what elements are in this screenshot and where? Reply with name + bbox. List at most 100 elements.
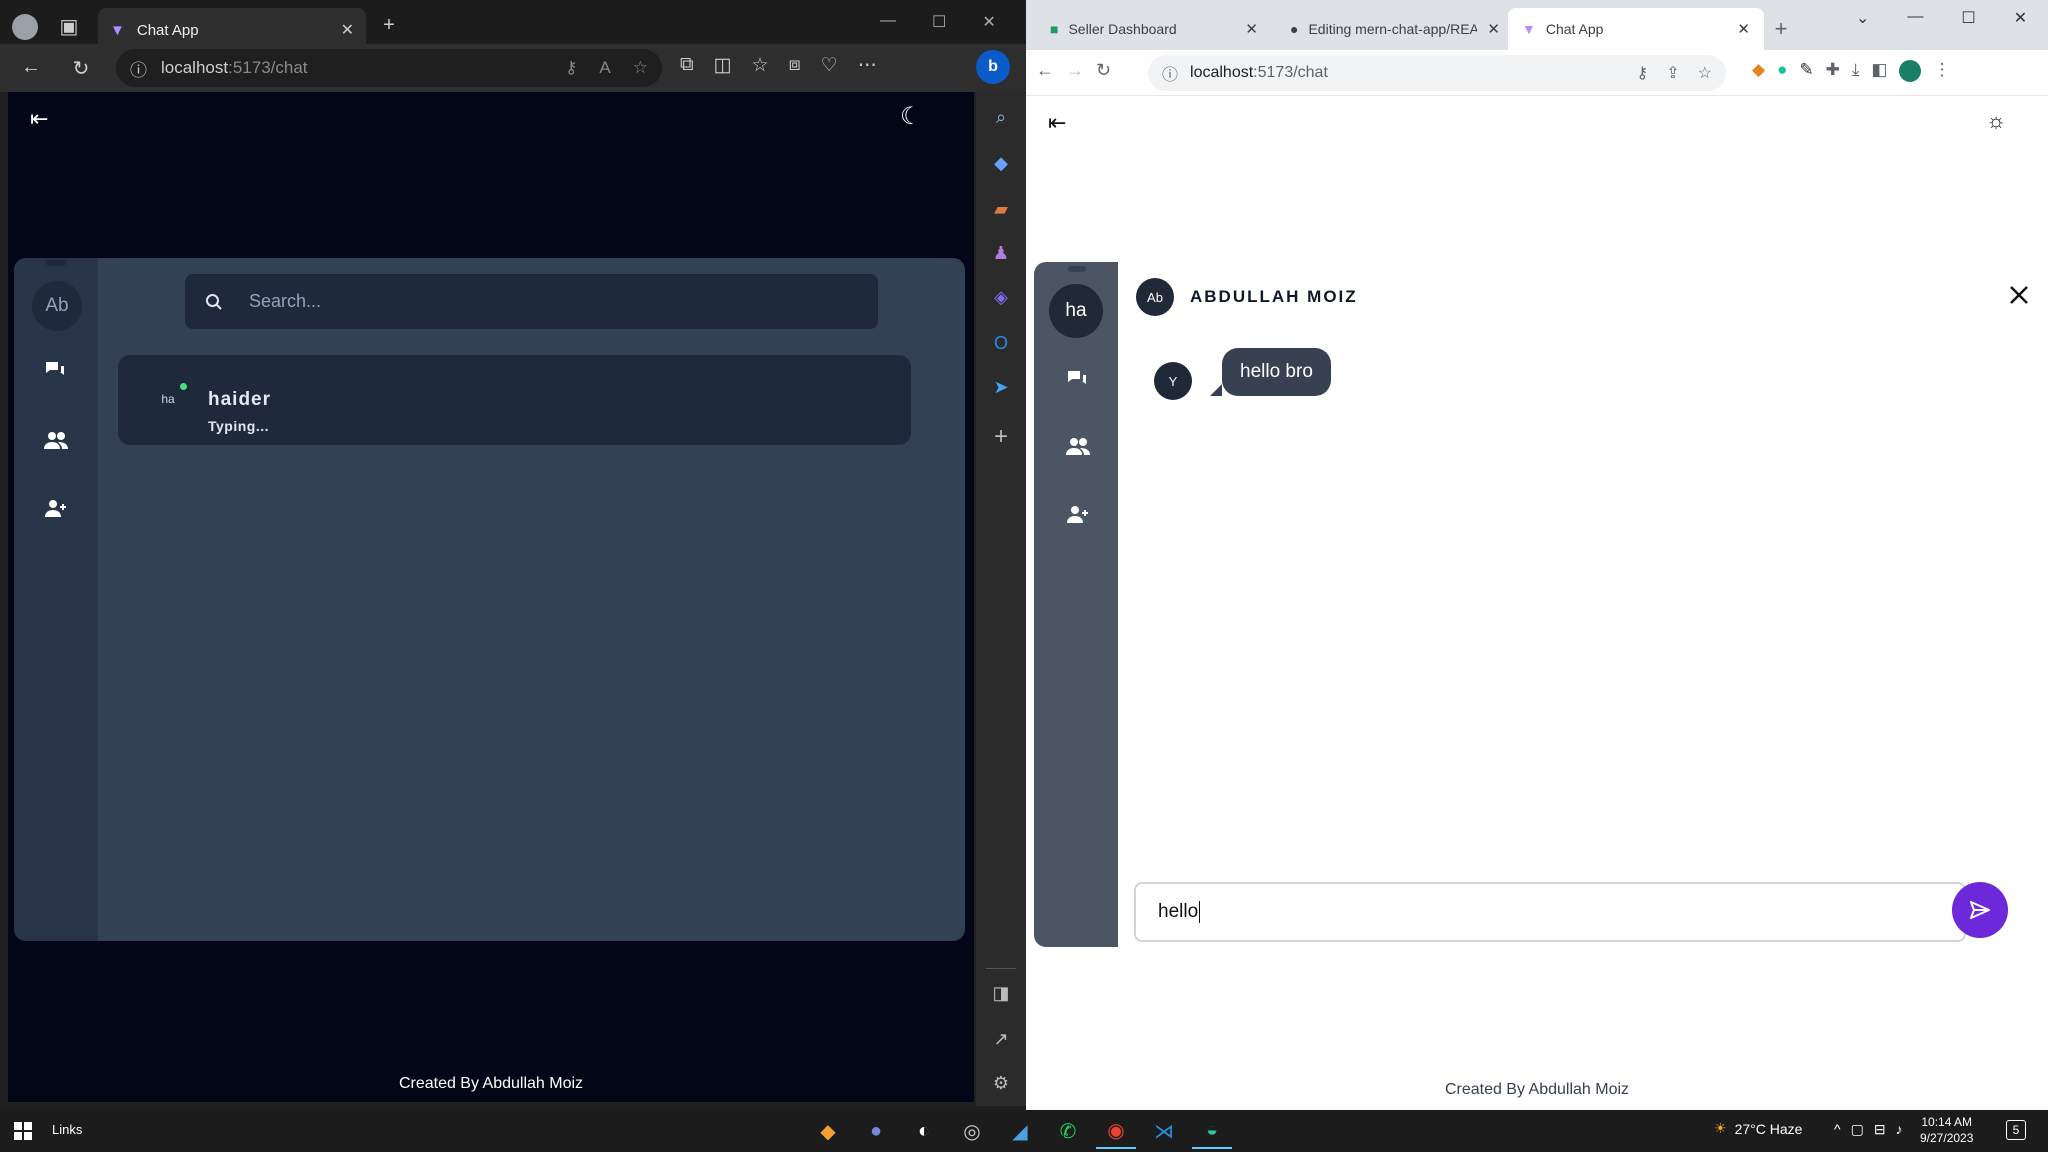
minimize-icon[interactable]: — (880, 12, 896, 32)
vite-favicon-icon: ▼ (110, 21, 125, 39)
chats-icon[interactable] (1066, 369, 1088, 389)
close-tab-icon[interactable]: ✕ (1737, 20, 1750, 38)
light-mode-sun-icon[interactable]: ☼ (1986, 108, 2006, 134)
favorite-star-icon[interactable]: ☆ (633, 58, 648, 78)
tab-search-icon[interactable]: ⌄ (1856, 8, 1869, 28)
close-tab-icon[interactable]: ✕ (1245, 20, 1258, 38)
users-icon[interactable] (44, 430, 68, 450)
forward-icon[interactable]: → (1066, 60, 1084, 81)
close-window-icon[interactable]: ✕ (2014, 8, 2027, 28)
network-icon[interactable]: ⊟ (1874, 1121, 1886, 1138)
tab-seller-dashboard[interactable]: ■ Seller Dashboard ✕ (1036, 8, 1272, 50)
split-screen-icon[interactable]: ◫ (714, 54, 732, 77)
weather-text[interactable]: 27°C Haze (1735, 1121, 1803, 1137)
clock[interactable]: 10:14 AM 9/27/2023 (1920, 1114, 1973, 1146)
edge-icon[interactable]: ◒ (1192, 1113, 1232, 1149)
metamask-icon[interactable]: ◆ (1752, 60, 1765, 82)
tab-chat-app[interactable]: ▼ Chat App ✕ (1508, 8, 1764, 50)
tab-actions-icon[interactable]: ▣ (54, 14, 84, 39)
logout-icon[interactable]: ⇤ (30, 106, 48, 132)
password-key-icon[interactable]: ⚷ (565, 58, 577, 78)
add-sidebar-icon[interactable]: + (986, 422, 1016, 452)
minimize-icon[interactable]: — (1907, 8, 1923, 28)
favorites-icon[interactable]: ☆ (752, 54, 769, 77)
performance-icon[interactable]: ♡ (821, 54, 838, 77)
send-button[interactable] (1952, 882, 2008, 938)
side-panel-icon[interactable]: ◧ (1871, 60, 1887, 82)
dark-mode-moon-icon[interactable]: ☾ (900, 102, 922, 131)
maximize-icon[interactable]: ☐ (1961, 8, 1975, 28)
page-footer: Created By Abdullah Moiz (398, 1075, 584, 1092)
tab-github-editing[interactable]: ● Editing mern-chat-app/READ ✕ (1276, 8, 1514, 50)
mongodb-compass-icon[interactable]: ◐ (904, 1113, 944, 1149)
weather-icon: ☀ (1714, 1120, 1727, 1136)
edge-address-bar[interactable]: ⓘ localhost:5173/chat ⚷ A ☆ (116, 49, 662, 87)
back-icon[interactable]: ← (1036, 60, 1054, 81)
shopping-tag-icon[interactable]: ◆ (986, 148, 1016, 178)
reload-icon[interactable]: ↻ (66, 56, 96, 81)
profile-avatar[interactable] (1899, 60, 1922, 82)
password-key-icon[interactable]: ⚷ (1637, 63, 1649, 83)
share-icon[interactable]: ⇪ (1666, 63, 1679, 83)
collections-icon[interactable]: ⧈ (789, 54, 801, 77)
obs-icon[interactable]: ◎ (952, 1113, 992, 1149)
notification-center[interactable]: 5 (2006, 1120, 2026, 1140)
add-user-icon[interactable] (1066, 504, 1090, 524)
grammarly-icon[interactable]: ● (1777, 60, 1787, 82)
outlook-icon[interactable]: O (986, 328, 1016, 358)
url-host: localhost (1190, 64, 1254, 81)
close-tab-icon[interactable]: ✕ (1487, 20, 1500, 38)
bookmark-star-icon[interactable]: ☆ (1698, 63, 1712, 83)
add-user-icon[interactable] (44, 498, 68, 518)
git-icon[interactable]: ◆ (808, 1113, 848, 1149)
settings-gear-icon[interactable]: ⚙ (986, 1068, 1016, 1098)
links-toolbar[interactable]: Links (52, 1122, 82, 1137)
send-icon[interactable]: ➤ (986, 372, 1016, 402)
edge-sidebar: ⌕ ◆ ▰ ♟ ◈ O ➤ + ◨ ↗ ⚙ (976, 92, 1026, 1106)
games-icon[interactable]: ♟ (986, 238, 1016, 268)
hide-sidebar-icon[interactable]: ◨ (986, 978, 1016, 1008)
profile-icon[interactable] (12, 14, 38, 40)
logout-icon[interactable]: ⇤ (1048, 110, 1066, 136)
meet-now-icon[interactable]: ▢ (1851, 1121, 1864, 1138)
more-icon[interactable]: ⋯ (858, 54, 877, 77)
chats-icon[interactable] (44, 360, 66, 380)
app-icon[interactable]: ◢ (1000, 1113, 1040, 1149)
message-input[interactable]: hello (1134, 882, 1966, 942)
extensions-puzzle-icon[interactable]: ✚ (1826, 60, 1840, 82)
volume-icon[interactable]: ♪ (1896, 1121, 1903, 1138)
chrome-icon[interactable]: ◉ (1096, 1113, 1136, 1149)
avatar[interactable]: ha (1049, 284, 1103, 338)
menu-icon[interactable]: ⋮ (1933, 60, 1950, 82)
back-icon[interactable]: ← (16, 56, 46, 79)
whatsapp-icon[interactable]: ✆ (1048, 1113, 1088, 1149)
discord-icon[interactable]: ● (856, 1113, 896, 1149)
close-tab-icon[interactable]: ✕ (341, 20, 354, 40)
reload-icon[interactable]: ↻ (1096, 60, 1111, 81)
users-icon[interactable] (1066, 436, 1090, 456)
rail-handle (1068, 266, 1086, 272)
pen-icon[interactable]: ✎ (1799, 60, 1813, 82)
chrome-address-bar[interactable]: ⓘ localhost:5173/chat ⚷ ⇪ ☆ (1148, 55, 1726, 91)
vite-favicon-icon: ▼ (1522, 21, 1536, 37)
search-input[interactable]: Search... (185, 274, 878, 329)
vscode-icon[interactable]: ⋊ (1144, 1113, 1184, 1149)
read-aloud-icon[interactable]: A (599, 58, 610, 78)
text-caret (1199, 901, 1201, 923)
maximize-icon[interactable]: ☐ (932, 12, 946, 32)
copilot-icon[interactable]: ◈ (986, 282, 1016, 312)
new-tab-icon[interactable]: + (374, 14, 404, 37)
avatar[interactable]: Ab (32, 281, 82, 331)
tray-chevron-icon[interactable]: ^ (1834, 1121, 1841, 1138)
close-window-icon[interactable]: ✕ (982, 12, 995, 32)
conversation-item[interactable]: ha haider Typing... (118, 355, 911, 445)
windows-start-icon[interactable] (14, 1122, 32, 1140)
close-chat-icon[interactable] (2008, 284, 2030, 306)
download-icon[interactable]: ⤓ (1852, 60, 1860, 82)
bing-chat-icon[interactable]: b (976, 50, 1010, 84)
tools-icon[interactable]: ▰ (986, 194, 1016, 224)
external-link-icon[interactable]: ↗ (986, 1024, 1016, 1054)
new-tab-icon[interactable]: + (1768, 16, 1794, 42)
extensions-icon[interactable]: ⧉ (680, 54, 694, 77)
sidebar-search-icon[interactable]: ⌕ (986, 102, 1016, 132)
